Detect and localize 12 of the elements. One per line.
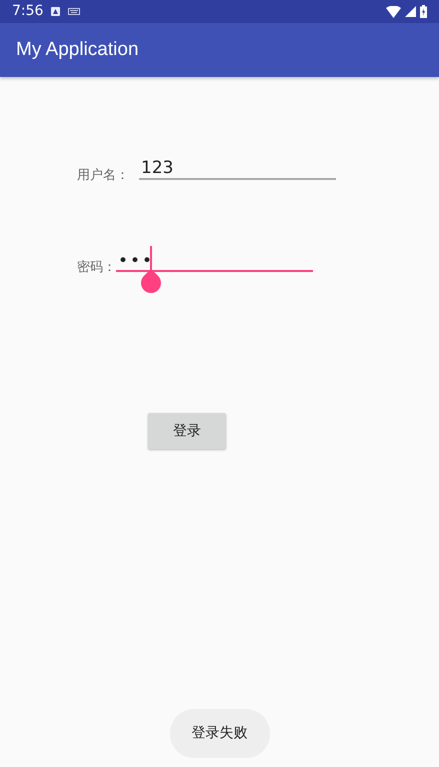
toast-message: 登录失败 bbox=[170, 709, 270, 758]
wifi-icon bbox=[386, 6, 401, 18]
notification-icon bbox=[51, 7, 60, 16]
keyboard-icon bbox=[68, 8, 80, 15]
input-field[interactable]: 123 bbox=[139, 159, 336, 180]
status-time: 7:56 bbox=[12, 2, 44, 21]
app-title: My Application bbox=[16, 38, 139, 62]
signal-icon bbox=[405, 6, 416, 17]
battery-icon bbox=[420, 5, 427, 18]
field-label: 密码： bbox=[77, 261, 116, 274]
login-button[interactable]: 登录 bbox=[148, 413, 226, 450]
field-label: 用户名： bbox=[77, 168, 129, 182]
